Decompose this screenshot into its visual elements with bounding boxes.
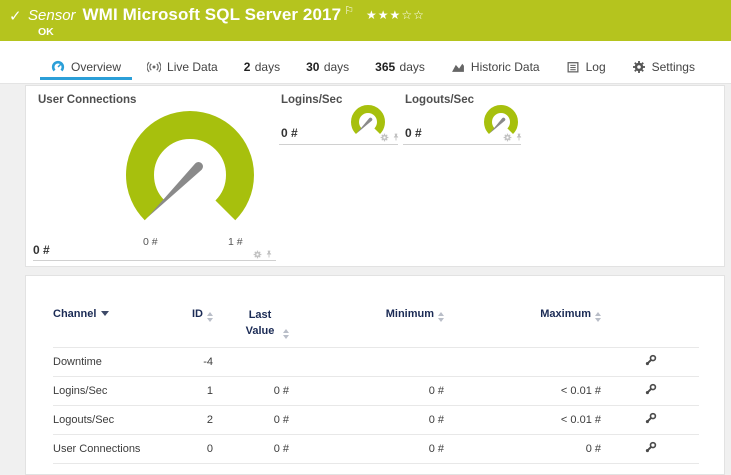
tab-log[interactable]: Log [553,51,619,83]
tab-label: days [323,60,350,74]
tab-live-data[interactable]: Live Data [134,51,231,83]
gauge-title: Logins/Sec [281,94,343,106]
column-header-settings [601,306,699,347]
table-row: User Connections 0 0 # 0 # 0 # [53,434,699,464]
gauges-panel: User Connections 0 # 1 # 0 # Logins/Sec … [25,85,725,267]
gauge-actions [253,249,273,259]
gauge-title: Logouts/Sec [405,94,475,106]
status-badge: OK [38,26,54,38]
channel-minimum: 0 # [428,442,444,455]
gauge-scale-min: 0 # [143,236,158,248]
tab-label: days [399,60,425,74]
channel-minimum: 0 # [428,384,444,397]
channels-table: Channel ID Last Value Minimum Maximum Do… [53,306,699,464]
gauge-actions [503,132,523,142]
sort-icon [595,312,601,322]
table-row: Logouts/Sec 2 0 # 0 # < 0.01 # [53,405,699,434]
column-header-channel[interactable]: Channel [53,306,173,347]
tab-label: Overview [71,60,122,74]
chart-icon [451,63,464,72]
divider [33,260,276,261]
sort-icon [283,328,289,339]
flag-icon[interactable]: ⚐ [344,4,354,17]
gauge-scale-max: 1 # [228,236,243,248]
tab-label: days [254,60,281,74]
channel-settings-icon[interactable] [644,383,657,396]
table-row: Downtime -4 [53,347,699,376]
pin-icon[interactable] [265,249,273,259]
channel-maximum [444,347,601,376]
column-header-maximum[interactable]: Maximum [444,306,601,347]
gauge-icon [51,60,65,72]
tab-30-days[interactable]: 30 days [293,51,362,83]
channel-maximum: 0 # [585,442,601,455]
column-header-id[interactable]: ID [173,306,213,347]
tab-label: Log [585,60,606,74]
channel-id: 2 [206,413,213,426]
sensor-type-label: Sensor [28,7,76,24]
tab-settings[interactable]: Settings [619,51,708,83]
tab-2-days[interactable]: 2 days [231,51,293,83]
stars-empty[interactable]: ☆☆ [401,8,425,22]
divider [279,144,398,145]
gear-icon[interactable] [503,133,512,142]
channel-last-value: 0 # [273,442,289,455]
tab-label: Live Data [167,60,218,74]
tab-bar: Overview Live Data 2 days 30 days 365 da… [0,41,731,84]
channel-id: -4 [203,355,213,368]
sort-icon [438,312,444,322]
gauge-title: User Connections [38,94,137,106]
channel-name: Downtime [53,355,102,368]
sort-caret-icon [101,311,110,316]
channel-settings-icon[interactable] [644,412,657,425]
gear-icon[interactable] [380,133,389,142]
sensor-title: WMI Microsoft SQL Server 2017 [82,5,342,24]
channel-last-value [213,347,289,376]
priority-rating[interactable]: ★★★☆☆ [366,8,425,22]
column-header-minimum[interactable]: Minimum [289,306,444,347]
broadcast-icon [147,61,162,73]
channel-settings-icon[interactable] [644,354,657,367]
channel-last-value: 0 # [273,384,289,397]
pin-icon[interactable] [515,132,523,142]
gauge-value: 0 # [405,126,422,140]
user-connections-gauge [126,111,254,221]
channel-name: Logouts/Sec [53,413,115,426]
channel-last-value: 0 # [273,413,289,426]
channel-id: 0 [206,442,213,455]
table-row: Logins/Sec 1 0 # 0 # < 0.01 # [53,376,699,405]
channels-panel: Channel ID Last Value Minimum Maximum Do… [25,275,725,475]
channel-id: 1 [206,384,213,397]
stars-filled[interactable]: ★★★ [366,8,401,22]
log-icon [567,62,579,73]
gauge-value: 0 # [281,126,298,140]
channel-maximum: < 0.01 # [560,384,601,397]
gauge-actions [380,132,400,142]
column-header-last-value[interactable]: Last Value [213,306,289,347]
table-header-row: Channel ID Last Value Minimum Maximum [53,306,699,347]
channel-minimum: 0 # [428,413,444,426]
tab-historic-data[interactable]: Historic Data [438,51,553,83]
tab-label: Settings [651,60,695,74]
sort-icon [207,312,213,322]
sensor-header: ✓ Sensor WMI Microsoft SQL Server 2017 ⚐… [0,0,731,41]
channel-name: Logins/Sec [53,384,108,397]
gear-icon[interactable] [253,250,262,259]
channel-maximum: < 0.01 # [560,413,601,426]
channel-minimum [289,347,444,376]
tab-overview[interactable]: Overview [38,51,134,83]
gear-icon [632,61,645,73]
tab-365-days[interactable]: 365 days [362,51,438,83]
pin-icon[interactable] [392,132,400,142]
channel-settings-icon[interactable] [644,441,657,454]
divider [403,144,521,145]
gauge-value: 0 # [33,243,50,257]
tab-label: Historic Data [470,60,540,74]
status-ok-check-icon: ✓ [9,8,22,25]
channel-name: User Connections [53,442,141,455]
